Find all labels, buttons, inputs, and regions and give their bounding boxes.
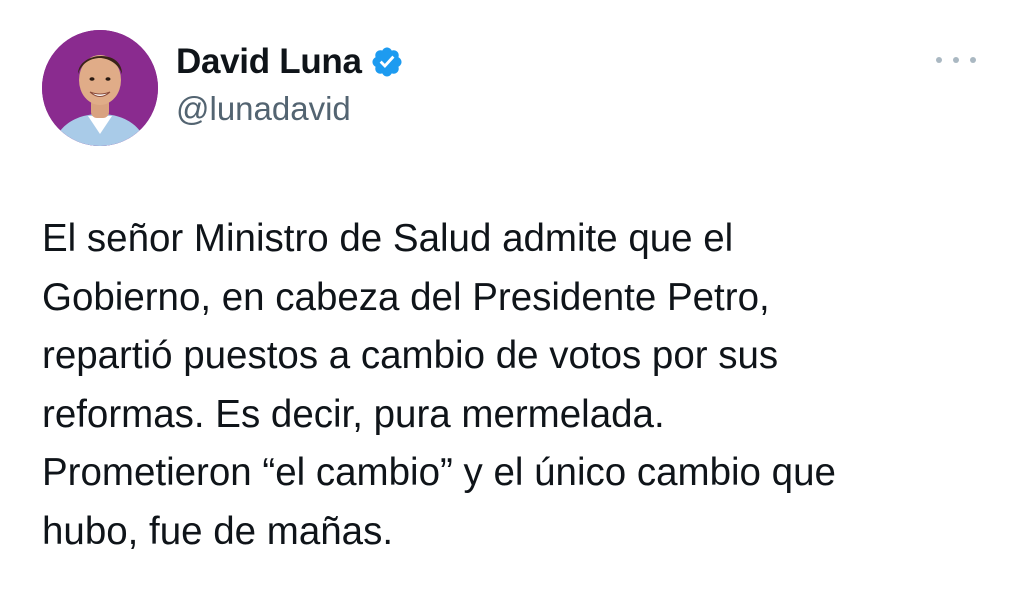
tweet-text-line: El señor Ministro de Salud admite que el bbox=[42, 217, 734, 260]
author-names: David Luna @lunadavid bbox=[176, 40, 404, 128]
more-dot bbox=[936, 57, 942, 63]
display-name-row: David Luna bbox=[176, 40, 404, 84]
more-dot bbox=[953, 57, 959, 63]
tweet-text: El señor Ministro de Salud admite que el… bbox=[42, 210, 1002, 561]
more-horizontal-icon[interactable] bbox=[936, 50, 976, 70]
avatar-image bbox=[42, 30, 158, 146]
tweet-text-line: reformas. Es decir, pura mermelada. bbox=[42, 392, 665, 436]
tweet-text-line: repartió puestos a cambio de votos por s… bbox=[42, 334, 779, 377]
tweet-text-line: Gobierno, en cabeza del Presidente Petro… bbox=[42, 275, 770, 319]
tweet-text-line: hubo, fue de mañas. bbox=[42, 509, 394, 553]
tweet-text-line: Prometieron “el cambio” y el único cambi… bbox=[42, 451, 836, 494]
author-handle[interactable]: @lunadavid bbox=[176, 90, 404, 128]
more-dot bbox=[970, 57, 976, 63]
avatar[interactable] bbox=[42, 30, 158, 146]
tweet-header: David Luna @lunadavid bbox=[42, 30, 984, 150]
verified-badge-icon[interactable] bbox=[370, 45, 404, 79]
tweet-card: David Luna @lunadavid El señor Ministro … bbox=[0, 0, 1024, 599]
display-name[interactable]: David Luna bbox=[176, 42, 362, 82]
